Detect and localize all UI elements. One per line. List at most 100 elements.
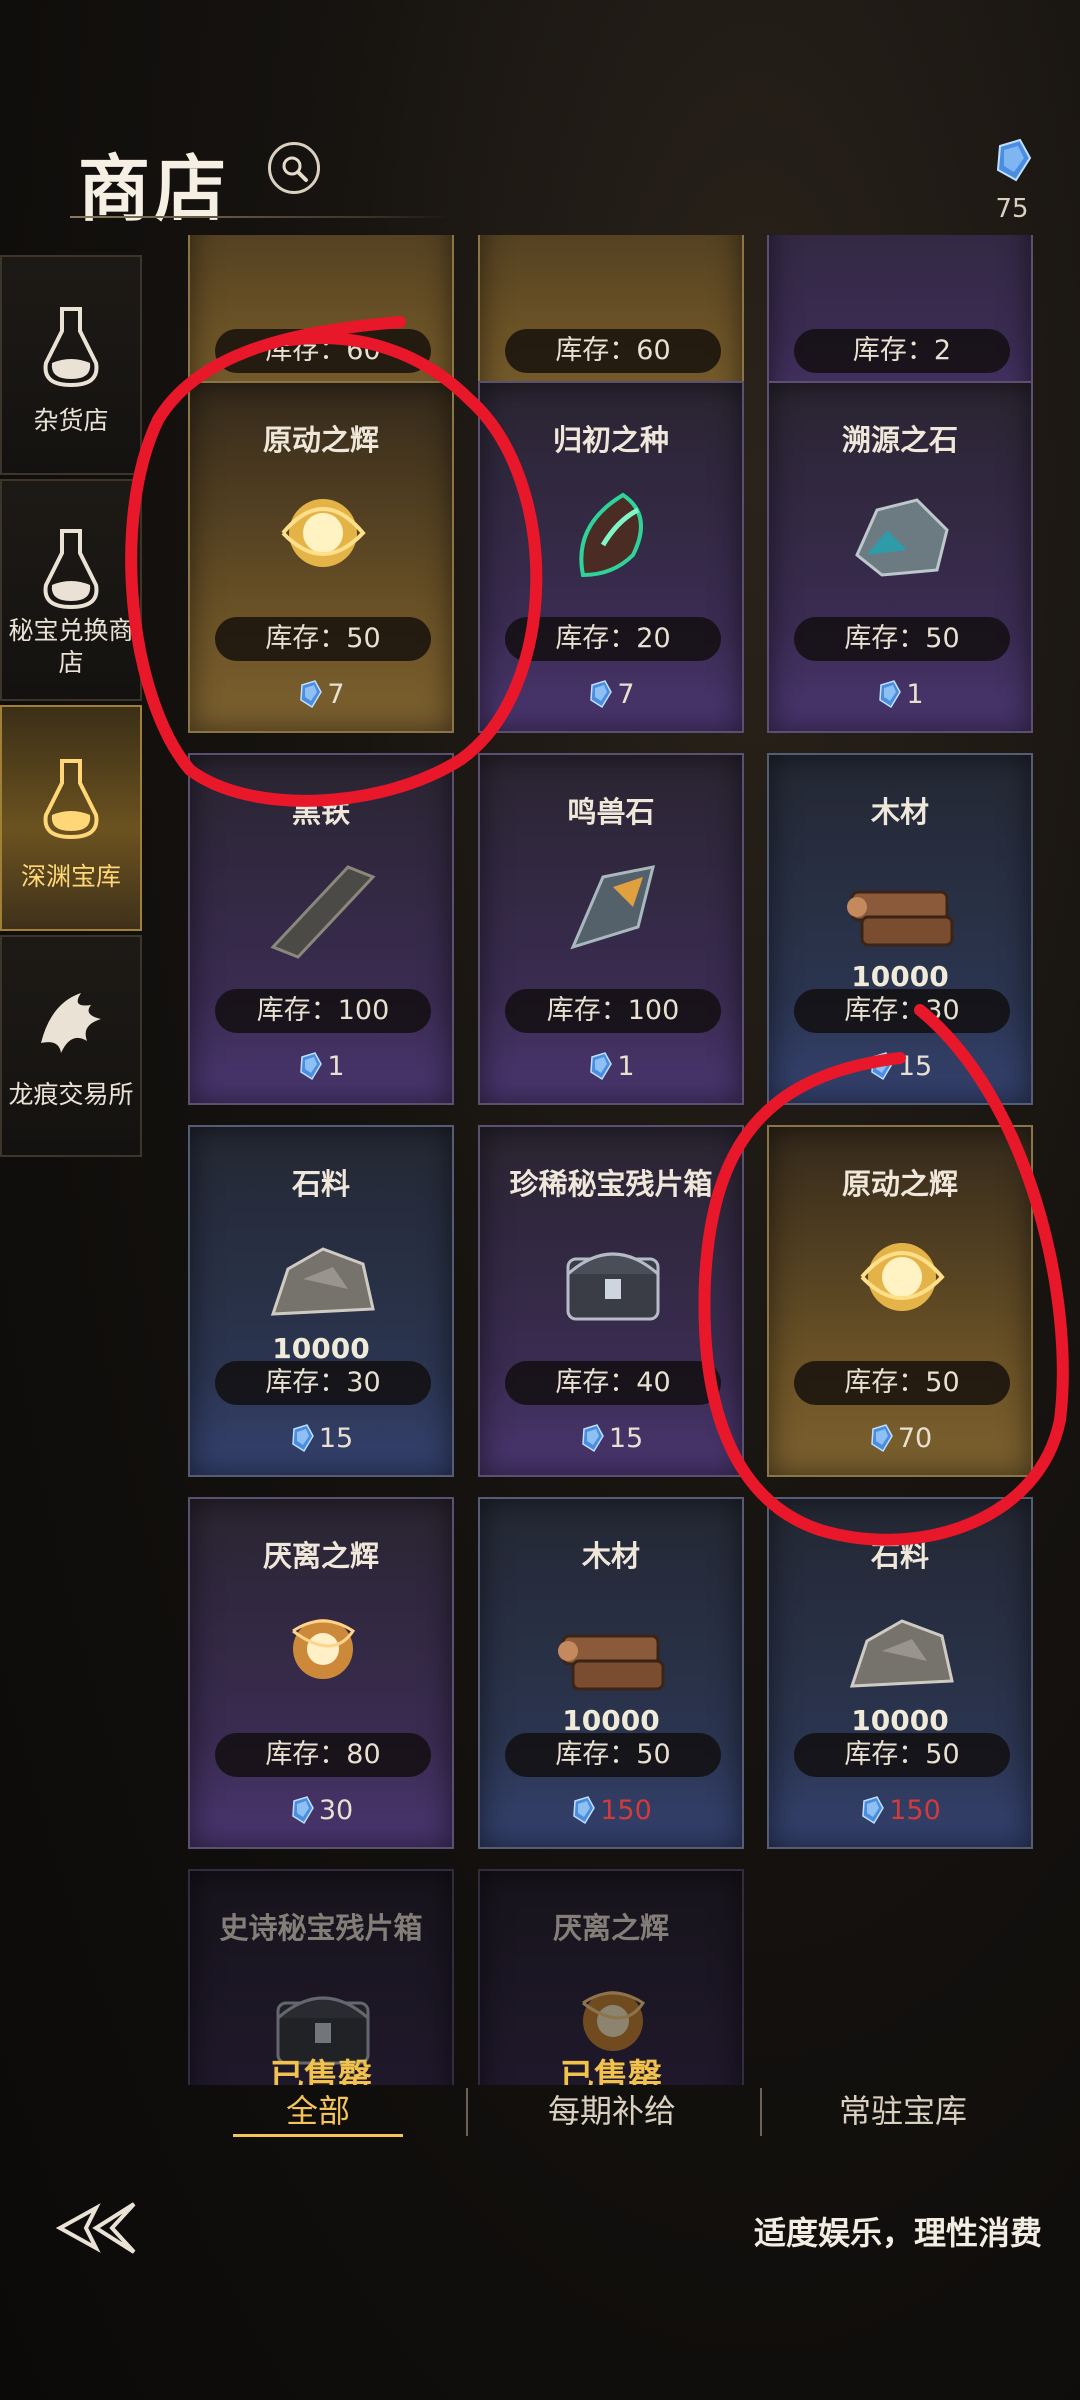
sidebar-item-abyss-vault[interactable]: 深渊宝库 [0, 705, 142, 931]
shop-item-card[interactable]: 木材 10000 库存：30 15 [767, 753, 1033, 1105]
crystal-currency-icon [582, 1424, 604, 1453]
golden-orb-icon [281, 499, 366, 567]
item-price: 1 [190, 1051, 452, 1082]
tab-permanent-vault[interactable]: 常驻宝库 [763, 2086, 1043, 2132]
item-stock: 库存：100 [505, 989, 721, 1033]
price-value: 150 [889, 1795, 941, 1826]
crystal-currency-icon [590, 680, 613, 709]
shop-item-card[interactable]: 黑铁 库存：100 1 [188, 753, 454, 1105]
shop-item-card[interactable]: 木材 10000 库存：50 150 [478, 1497, 744, 1849]
shop-item-card[interactable]: 鸣兽石库存：100 1 [478, 753, 744, 1105]
sidebar-item-dragon-exchange[interactable]: 龙痕交易所 [0, 935, 142, 1157]
sidebar-item-label: 深渊宝库 [20, 862, 121, 891]
price-value: 150 [600, 1795, 652, 1826]
healthy-gaming-notice: 适度娱乐，理性消费 [753, 2214, 1042, 2252]
active-tab-underline [233, 2134, 403, 2137]
item-name: 黑铁 [291, 795, 350, 829]
shop-item-card[interactable]: 石料 10000 库存：30 15 [188, 1125, 454, 1477]
item-price: 150 [769, 1795, 1031, 1826]
crystal-currency-icon [590, 1052, 613, 1081]
beast-stone-icon [570, 865, 656, 950]
green-seed-icon [579, 492, 643, 578]
shop-item-card[interactable]: 原动之辉库存：50 7 [188, 381, 454, 733]
price-value: 30 [318, 1795, 354, 1826]
tab-periodic-supply[interactable]: 每期补给 [472, 2086, 752, 2132]
potion-bottle-icon [43, 759, 99, 840]
item-stock: 库存：50 [794, 617, 1010, 661]
wood-logs-icon [558, 1634, 665, 1691]
item-name: 归初之种 [552, 423, 669, 457]
price-value: 7 [617, 679, 635, 710]
crystal-currency-icon [300, 680, 323, 709]
shop-item-card[interactable]: 珍稀秘宝残片箱库存：40 15 [478, 1125, 744, 1477]
title-divider [70, 216, 450, 218]
price-value: 15 [318, 1423, 354, 1454]
iron-ingot-icon [270, 865, 376, 959]
sidebar-item-label: 龙痕交易所 [8, 1080, 134, 1109]
crystal-currency-icon [862, 1796, 885, 1825]
item-name: 石料 [291, 1167, 350, 1201]
shop-item-card[interactable]: 原动之辉 库存：50 70 [767, 1125, 1033, 1477]
item-price: 15 [190, 1423, 452, 1454]
item-stock: 库存：30 [215, 1361, 431, 1405]
treasure-chest-icon [566, 1252, 660, 1321]
back-button[interactable] [55, 2198, 140, 2262]
crystal-currency-icon [573, 1796, 596, 1825]
shop-item-card[interactable]: 归初之种库存：20 7 [478, 381, 744, 733]
tab-all[interactable]: 全部 [178, 2086, 458, 2132]
header: 商店 75 [0, 110, 1080, 240]
item-price: 15 [480, 1423, 742, 1454]
currency-display[interactable]: 75 [982, 136, 1042, 224]
crystal-currency-icon [871, 1052, 893, 1081]
price-value: 1 [617, 1051, 635, 1082]
sidebar-item-label: 杂货店 [33, 406, 109, 435]
item-name: 史诗秘宝残片箱 [219, 1911, 423, 1945]
shop-sidebar: 杂货店 秘宝兑换商 店 深渊宝库 龙痕交易所 [0, 255, 146, 1161]
item-stock: 库存：20 [505, 617, 721, 661]
item-stock: 库存：2 [794, 329, 1010, 373]
item-price: 70 [769, 1423, 1031, 1454]
search-icon [282, 156, 308, 182]
item-name: 原动之辉 [262, 423, 379, 457]
item-name: 原动之辉 [841, 1167, 958, 1201]
price-value: 15 [608, 1423, 644, 1454]
crystal-currency-icon [871, 1424, 893, 1453]
item-price: 1 [480, 1051, 742, 1082]
shop-item-card[interactable]: 溯源之石库存：50 1 [767, 381, 1033, 733]
page-title: 商店 [78, 146, 231, 231]
item-stock: 库存：60 [505, 329, 721, 373]
price-value: 1 [906, 679, 924, 710]
item-price: 30 [190, 1795, 452, 1826]
price-value: 1 [327, 1051, 345, 1082]
shop-item-card[interactable]: 厌离之辉 库存：80 30 [188, 1497, 454, 1849]
shop-item-card[interactable]: 石料 10000 库存：50 150 [767, 1497, 1033, 1849]
item-name: 厌离之辉 [552, 1911, 669, 1945]
item-price: 15 [769, 1051, 1031, 1082]
dragon-icon [41, 993, 101, 1053]
crystal-currency-icon [292, 1796, 314, 1825]
item-stock: 库存：50 [215, 617, 431, 661]
search-button[interactable] [268, 142, 320, 194]
crystal-currency-icon [879, 680, 902, 709]
fire-orb-icon [292, 1619, 356, 1679]
item-name: 鸣兽石 [567, 795, 655, 829]
crystal-currency-icon [300, 1052, 323, 1081]
item-name: 珍稀秘宝残片箱 [509, 1167, 713, 1201]
item-stock: 库存：40 [505, 1361, 721, 1405]
crystal-currency-icon [292, 1424, 314, 1453]
price-value: 15 [897, 1051, 933, 1082]
filter-tabs: 全部 每期补给 常驻宝库 [188, 2078, 1048, 2148]
game-logo-icon [55, 2202, 136, 2254]
crystal-currency-icon [996, 138, 1032, 182]
wood-logs-icon [847, 890, 954, 947]
price-value: 7 [327, 679, 345, 710]
item-name: 溯源之石 [841, 423, 958, 457]
stone-pile-icon [849, 1619, 954, 1688]
item-grid[interactable]: 库存：606库存：603库存：220原动之辉库存：507归初之种库存：207溯源… [188, 235, 1038, 2085]
sidebar-item-treasure-exchange[interactable]: 秘宝兑换商 店 [0, 479, 142, 701]
item-stock: 库存：50 [794, 1733, 1010, 1777]
item-name: 木材 [870, 795, 929, 829]
item-price: 1 [769, 679, 1031, 710]
tab-divider [760, 2088, 762, 2136]
sidebar-item-general-store[interactable]: 杂货店 [0, 255, 142, 475]
